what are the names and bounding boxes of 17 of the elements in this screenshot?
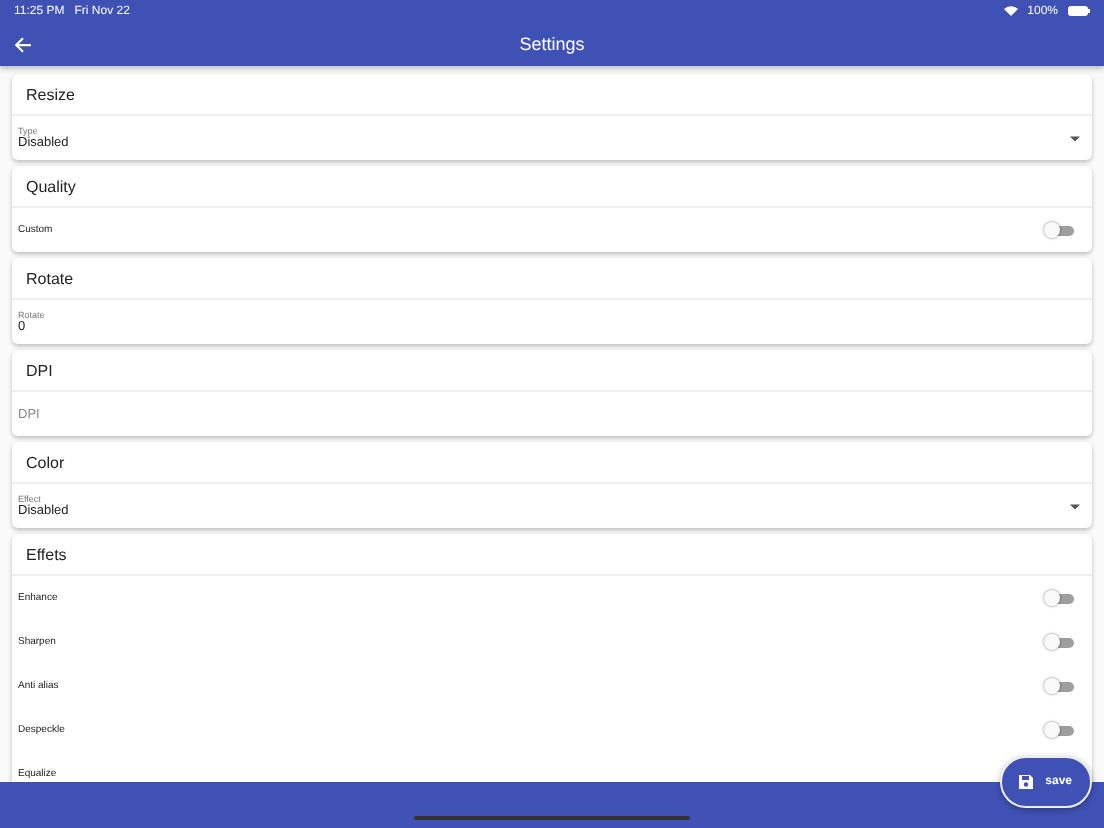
card-title: Effets bbox=[26, 545, 67, 563]
toggle-switch[interactable] bbox=[1044, 590, 1074, 606]
battery-icon bbox=[1068, 6, 1090, 16]
toggle-switch[interactable] bbox=[1044, 634, 1074, 650]
card-title: Quality bbox=[26, 177, 76, 195]
wifi-icon bbox=[1003, 6, 1018, 16]
toggle-switch[interactable] bbox=[1044, 222, 1074, 238]
toggle-switch[interactable] bbox=[1044, 678, 1074, 694]
card-title: Rotate bbox=[26, 269, 74, 287]
card-title: Color bbox=[26, 453, 65, 471]
page-title: Settings bbox=[519, 34, 585, 54]
dropdown-caret-icon bbox=[1070, 503, 1080, 509]
card-title: Resize bbox=[26, 85, 75, 103]
back-arrow-icon[interactable] bbox=[14, 35, 32, 53]
dropdown-caret-icon bbox=[1070, 135, 1080, 141]
toggle-switch[interactable] bbox=[1044, 722, 1074, 738]
card-title: DPI bbox=[26, 361, 53, 379]
